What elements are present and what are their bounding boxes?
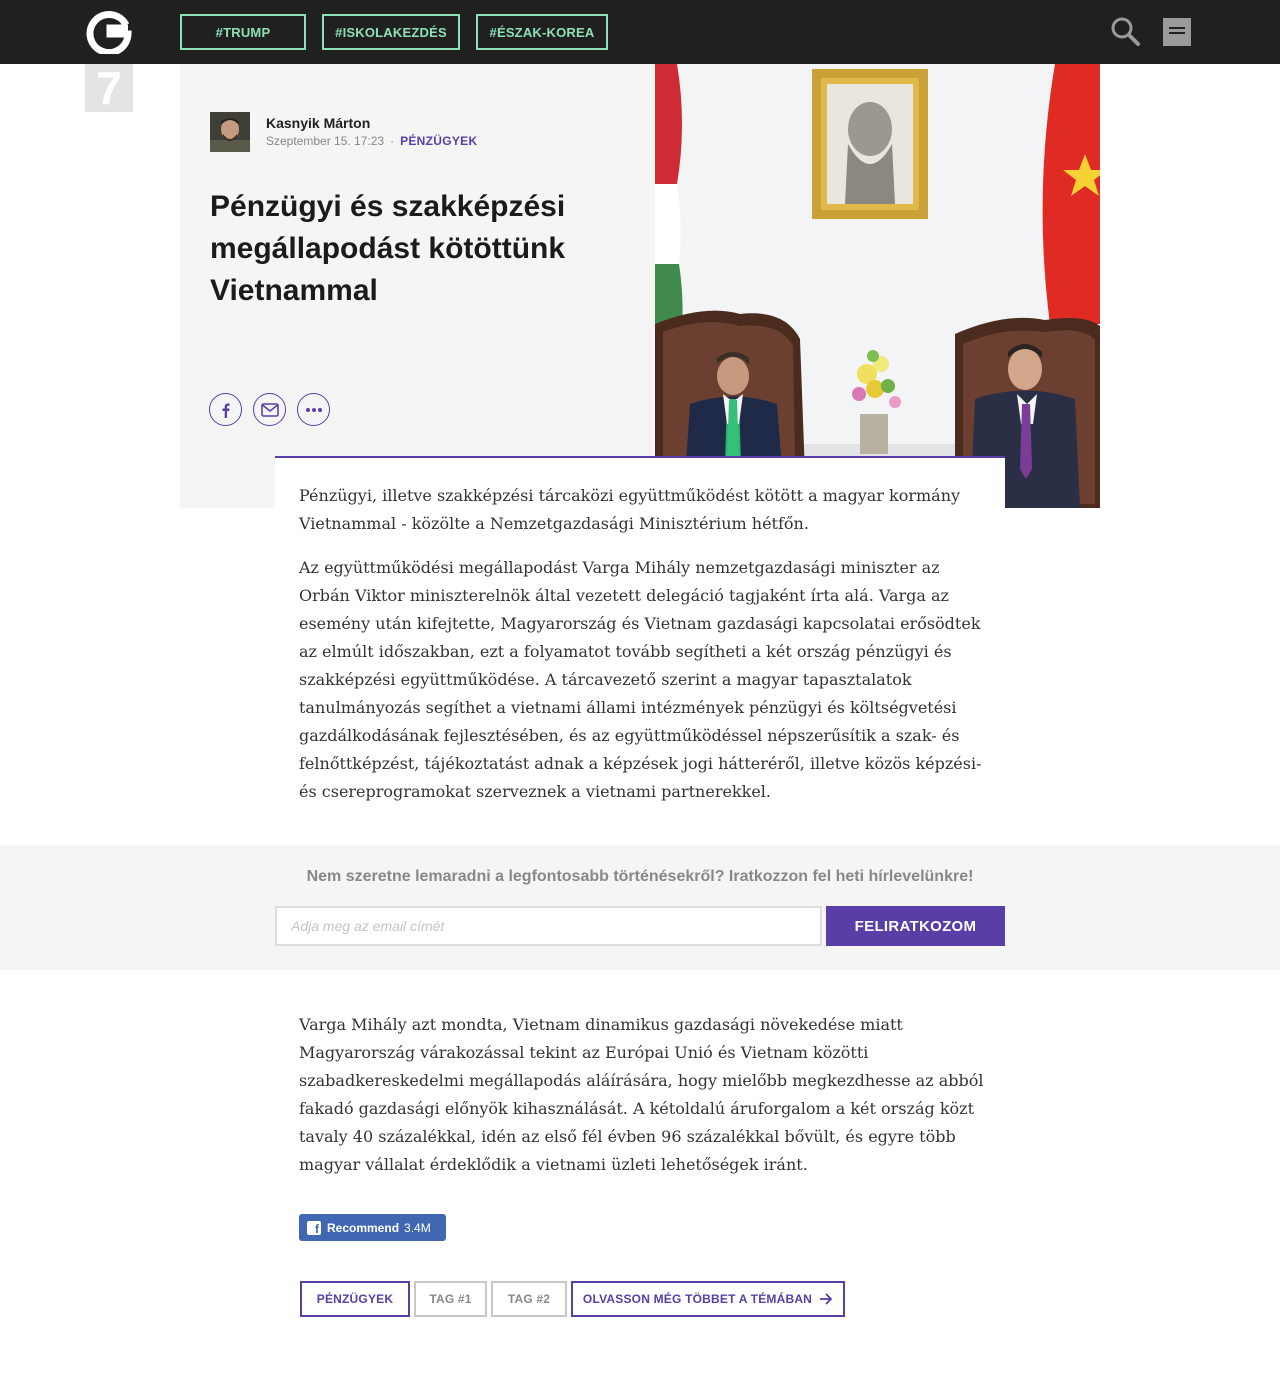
category-link[interactable]: PÉNZÜGYEK (400, 134, 477, 148)
recommend-count: 3.4M (404, 1220, 431, 1235)
hamburger-menu-icon[interactable] (1163, 18, 1191, 46)
newsletter-email-input[interactable] (275, 906, 822, 946)
tag-1-button[interactable]: TAG #1 (414, 1281, 487, 1317)
top-navigation-bar: #TRUMP #ISKOLAKEZDÉS #ÉSZAK-KOREA (0, 0, 1280, 64)
trending-tag-iskolakezdes[interactable]: #ISKOLAKEZDÉS (322, 14, 460, 50)
newsletter-subscribe-button[interactable]: FELIRATKOZOM (826, 906, 1005, 946)
tag-2-button[interactable]: TAG #2 (491, 1281, 567, 1317)
more-icon (305, 407, 322, 412)
read-more-label: OLVASSON MÉG TÖBBET A TÉMÁBAN (582, 1292, 813, 1306)
article-paragraph: Varga Mihály azt mondta, Vietnam dinamik… (299, 1015, 984, 1174)
read-more-button[interactable]: OLVASSON MÉG TÖBBET A TÉMÁBAN (571, 1281, 845, 1317)
facebook-share-button[interactable] (209, 393, 242, 426)
avatar (210, 112, 250, 152)
arrow-right-icon (820, 1293, 833, 1305)
category-tag-button[interactable]: PÉNZÜGYEK (300, 1281, 410, 1317)
more-share-button[interactable] (297, 393, 330, 426)
search-icon[interactable] (1108, 14, 1142, 48)
newsletter-title: Nem szeretne lemaradni a legfontosabb tö… (306, 868, 974, 885)
publish-date: Szeptember 15. 17:23 (266, 134, 385, 148)
number-badge: 7 (85, 64, 133, 112)
mail-icon (260, 402, 279, 417)
article-paragraph: Pénzügyi, illetve szakképzési tárcaközi … (299, 486, 961, 533)
article-title: Pénzügyi és szakképzési megállapodást kö… (210, 190, 566, 307)
article-hero-image (655, 64, 1100, 508)
article-meta: Szeptember 15. 17:23 · PÉNZÜGYEK (266, 134, 477, 148)
meta-separator: · (390, 134, 395, 148)
facebook-icon (222, 403, 230, 418)
author-name[interactable]: Kasnyik Márton (266, 115, 370, 131)
facebook-recommend-button[interactable]: f Recommend 3.4M (299, 1214, 446, 1241)
g-logo[interactable] (86, 8, 132, 54)
facebook-icon: f (307, 1220, 321, 1235)
recommend-label: Recommend (327, 1220, 400, 1235)
article-paragraph: Az együttműködési megállapodást Varga Mi… (299, 558, 982, 801)
trending-tag-eszak-korea[interactable]: #ÉSZAK-KOREA (476, 14, 608, 50)
trending-tag-trump[interactable]: #TRUMP (180, 14, 306, 50)
email-share-button[interactable] (253, 393, 286, 426)
